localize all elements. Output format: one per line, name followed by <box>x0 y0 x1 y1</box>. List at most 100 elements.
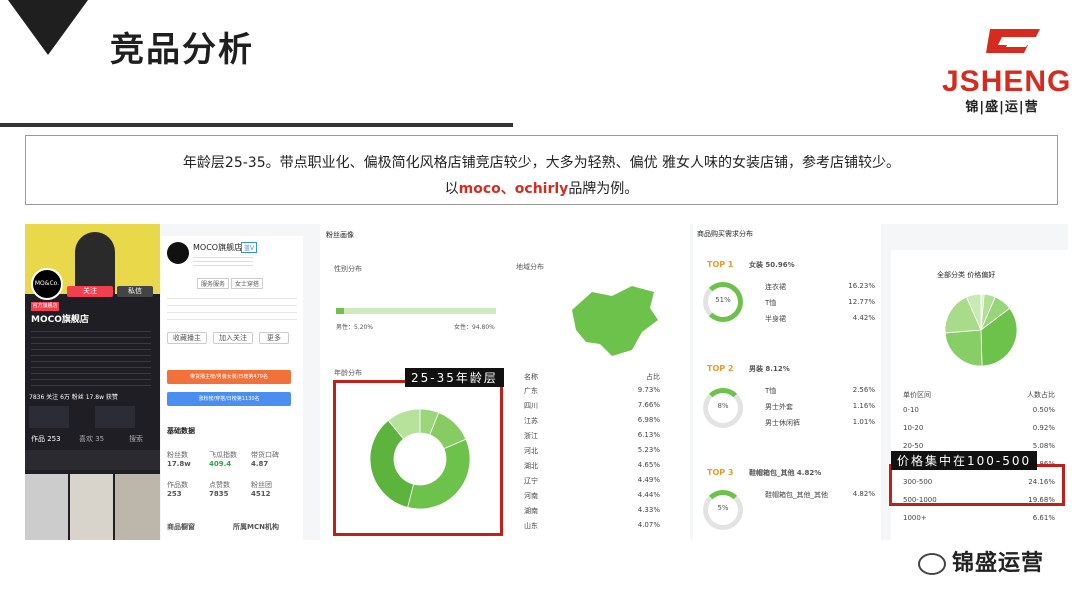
top1-ring: 51% <box>703 282 743 322</box>
region-share: 6.13% <box>637 431 660 439</box>
price-title: 全部分类 价格偏好 <box>937 271 996 279</box>
playlist-strip <box>25 450 160 470</box>
wechat-icon <box>917 553 946 575</box>
info-intro <box>167 292 297 322</box>
profile-bio <box>31 326 151 386</box>
region-name: 山东 <box>524 522 538 530</box>
price-range: 20-50 <box>903 442 924 450</box>
top3-category: 鞋帽箱包_其他 4.82% <box>749 469 822 477</box>
info-shop-name: MOCO旗舰店 <box>193 243 243 252</box>
male-pct: 男性：5.20% <box>336 324 374 331</box>
fans-title: 粉丝画像 <box>326 231 354 239</box>
top3-ring: 5% <box>703 490 743 530</box>
age-highlight-label: 25-35年龄层 <box>405 368 504 387</box>
top2-badge: TOP 2 <box>707 364 734 373</box>
profile-shop-name: MOCO旗舰店 <box>31 315 89 325</box>
price-highlight-box <box>889 464 1065 506</box>
region-name: 广东 <box>524 387 538 395</box>
price-share: 0.92% <box>1032 424 1055 432</box>
rank-blue-button[interactable]: 涨粉榜/穿搭/日榜第1130名 <box>167 392 291 406</box>
collect-button[interactable]: 收藏播主 <box>167 332 207 344</box>
region-share: 4.44% <box>637 491 660 499</box>
top2-category: 男装 8.12% <box>749 365 790 373</box>
follow-button[interactable]: 关注 <box>67 286 113 297</box>
profile-panel: MO&Co. 关注 私信 官方旗舰店 MOCO旗舰店 7836 关注 6万 粉丝… <box>25 224 160 540</box>
gender-bar-track <box>336 308 496 314</box>
slice-300-500 <box>944 329 983 367</box>
age-highlight-box <box>333 380 503 536</box>
brand-moco: moco <box>458 181 501 197</box>
region-share: 4.65% <box>637 461 660 469</box>
top3-badge: TOP 3 <box>707 468 734 477</box>
price-share: 5.08% <box>1032 442 1055 450</box>
age-title: 年龄分布 <box>334 369 362 377</box>
region-share: 9.73% <box>637 386 660 394</box>
logo-subtext: 锦|盛|运|营 <box>965 100 1039 115</box>
region-share: 5.23% <box>637 446 660 454</box>
price-range: 10-20 <box>903 424 924 432</box>
model-photo <box>75 232 115 294</box>
contact-card[interactable] <box>95 406 135 428</box>
shop-window-link[interactable]: 商品橱窗 <box>167 522 195 532</box>
screenshot-composite: MO&Co. 关注 私信 官方旗舰店 MOCO旗舰店 7836 关注 6万 粉丝… <box>25 224 1068 540</box>
price-range: 1000+ <box>903 514 927 522</box>
region-name: 湖北 <box>524 462 538 470</box>
price-highlight-label: 价格集中在100-500 <box>891 451 1038 470</box>
rank-orange-button[interactable]: 带货播主榜/男装女装/日榜第479名 <box>167 370 291 384</box>
corner-triangle <box>8 0 88 55</box>
stats-grid: 粉丝数 飞瓜指数 带货口碑 17.8w 409.4 4.87 作品数 点赞数 粉… <box>167 451 279 498</box>
mcn-link[interactable]: 所属MCN机构 <box>233 522 279 532</box>
shop-window-card[interactable] <box>29 406 69 428</box>
tag-outfit: 女士穿搭 <box>231 278 264 289</box>
tag-service: 服务服务 <box>197 278 230 289</box>
price-share: 0.50% <box>1032 406 1055 414</box>
region-share: 4.07% <box>637 521 660 529</box>
page-title: 竞品分析 <box>110 30 254 70</box>
tab-works[interactable]: 作品 253 <box>31 434 61 444</box>
description-line-2: 以moco、ochirly品牌为例。 <box>444 181 639 197</box>
verified-badge: 蓝V <box>241 242 258 253</box>
description-line-1: 年龄层25-35。带点职业化、偏极简化风格店铺竞店较少，大多为轻熟、偏优 雅女人… <box>182 155 901 171</box>
region-name: 河南 <box>524 492 538 500</box>
region-share: 4.33% <box>637 506 660 514</box>
product-title: 商品购买需求分布 <box>697 230 753 238</box>
region-name: 江苏 <box>524 417 538 425</box>
header-divider <box>0 123 513 127</box>
info-meta <box>193 254 253 266</box>
add-follow-button[interactable]: 加入关注 <box>213 332 253 344</box>
more-button[interactable]: 更多 <box>259 332 289 344</box>
gender-title: 性别分布 <box>334 265 362 273</box>
logo-mark-icon <box>986 29 1040 53</box>
gender-bar-male <box>336 308 345 314</box>
video-thumb-1[interactable] <box>25 474 68 540</box>
region-title: 地域分布 <box>516 263 544 271</box>
profile-stats: 7836 关注 6万 粉丝 17.8w 获赞 <box>29 394 118 401</box>
info-avatar <box>167 242 189 264</box>
china-map-icon <box>572 286 658 356</box>
price-share: 6.61% <box>1032 514 1055 522</box>
tab-likes[interactable]: 喜欢 35 <box>79 434 104 444</box>
region-share: 6.98% <box>637 416 660 424</box>
price-pie-chart <box>944 293 1018 367</box>
region-share: 4.49% <box>637 476 660 484</box>
top1-category: 女装 50.96% <box>749 261 795 269</box>
wechat-watermark: 锦盛运营 <box>917 545 1044 577</box>
top1-badge: TOP 1 <box>707 260 734 269</box>
region-share: 7.66% <box>637 401 660 409</box>
shop-avatar: MO&Co. <box>31 268 63 300</box>
region-name: 四川 <box>524 402 538 410</box>
video-thumb-2[interactable] <box>70 474 113 540</box>
brand-ochirly: ochirly <box>514 181 569 197</box>
message-button[interactable]: 私信 <box>117 286 153 297</box>
top2-ring: 8% <box>703 388 743 428</box>
region-name: 湖南 <box>524 507 538 515</box>
region-name: 辽宁 <box>524 477 538 485</box>
region-table: 名称 占比 广东 9.73% 四川 7.66% 江苏 6.98% 浙江 6.13% 河北 5.23… <box>524 373 660 530</box>
region-name: 浙江 <box>524 432 538 440</box>
female-pct: 女性：94.80% <box>454 324 495 331</box>
tab-search[interactable]: 搜索 <box>129 434 143 444</box>
shop-info-panel: MOCO旗舰店 蓝V 服务服务 女士穿搭 收藏播主 加入关注 更多 带货播主榜/… <box>161 236 303 540</box>
video-thumb-3[interactable] <box>115 474 160 540</box>
price-range: 0-10 <box>903 406 919 414</box>
jsheng-logo: JSHENG 锦|盛|运|营 <box>942 18 1070 118</box>
